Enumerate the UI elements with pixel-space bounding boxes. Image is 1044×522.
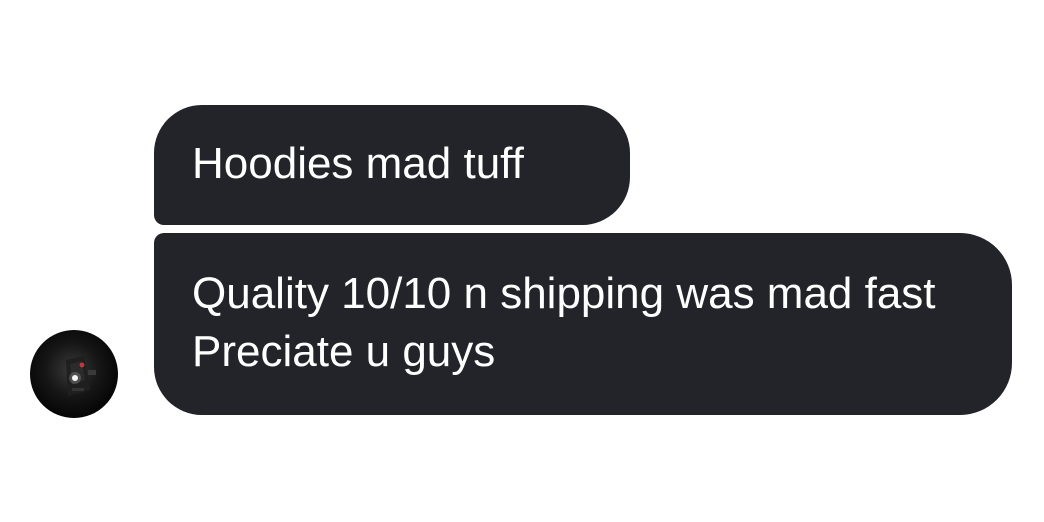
message-bubble[interactable]: Quality 10/10 n shipping was mad fast Pr… [154, 233, 1012, 415]
sender-avatar[interactable] [30, 330, 118, 418]
message-thread: Hoodies mad tuff Quality 10/10 n shippin… [0, 0, 1044, 522]
message-bubble[interactable]: Hoodies mad tuff [154, 105, 630, 225]
avatar-photo-icon [66, 356, 96, 396]
